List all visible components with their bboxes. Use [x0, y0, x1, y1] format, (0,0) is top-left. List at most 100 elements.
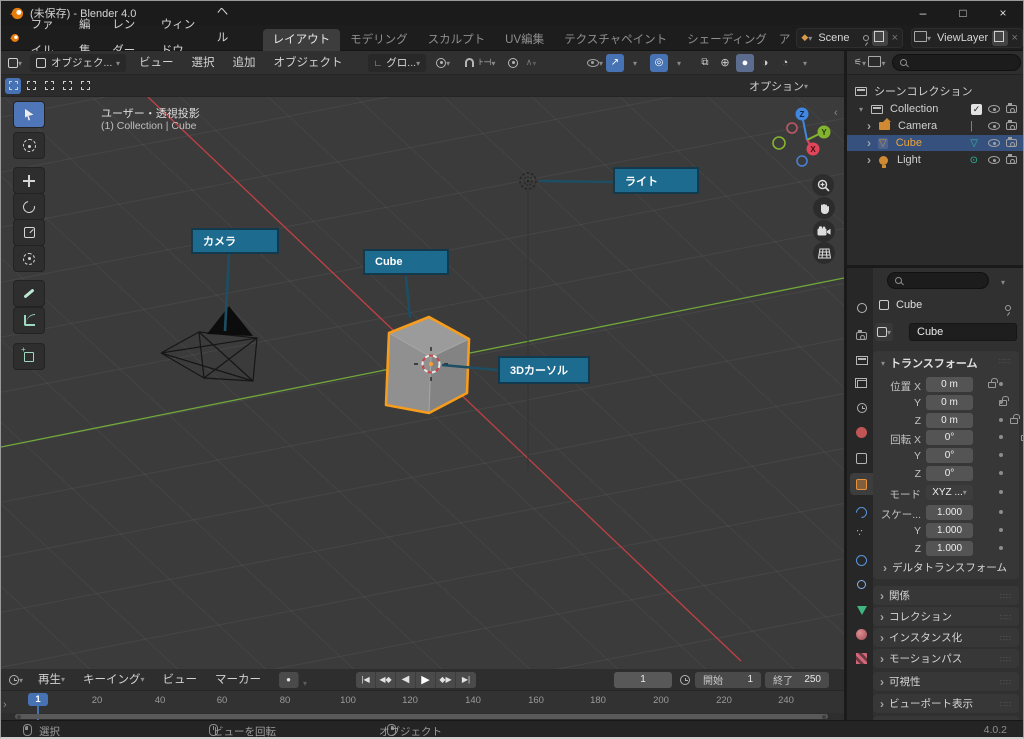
remove-viewlayer-icon[interactable]: × — [1012, 32, 1018, 44]
loc-z-field[interactable]: 0 m — [926, 413, 973, 428]
shading-material-button[interactable]: ◑ — [756, 54, 774, 72]
object-id-dropdown[interactable] — [875, 323, 893, 341]
select-mode-subtract-button[interactable] — [41, 78, 57, 94]
tab-constraints[interactable] — [850, 573, 873, 595]
hide-eye-icon[interactable] — [988, 122, 1000, 130]
jump-to-start-button[interactable]: |◀ — [356, 671, 376, 688]
next-keyframe-button[interactable]: ◆▶ — [436, 671, 456, 688]
tool-add-cube[interactable] — [13, 343, 45, 370]
outliner-display-mode-button[interactable] — [868, 54, 887, 72]
lock-icon[interactable] — [1010, 414, 1021, 424]
section-relations[interactable]: 関係 — [873, 586, 1019, 605]
viewlayer-name[interactable]: ViewLayer — [937, 32, 989, 44]
transform-orientation-dropdown[interactable]: ∟ グロ... — [367, 53, 427, 72]
tool-move[interactable] — [13, 167, 45, 194]
viewport-menu-view[interactable]: ビュー — [130, 51, 183, 75]
maximize-button[interactable]: □ — [943, 1, 983, 25]
collapse-sidebar-icon[interactable]: ‹ — [834, 107, 838, 119]
expand-panel-icon[interactable]: › — [3, 699, 7, 711]
tool-options-dropdown[interactable]: オプション — [749, 78, 808, 94]
tool-annotate[interactable] — [13, 280, 45, 307]
animate-dot-icon[interactable] — [999, 471, 1003, 475]
collection-checkbox[interactable] — [971, 103, 982, 115]
scene-selector[interactable]: ◆ Scene × — [796, 27, 904, 48]
scene-collection-label[interactable]: シーンコレクション — [874, 83, 972, 99]
tool-transform[interactable] — [13, 245, 45, 272]
workspace-tab-modeling[interactable]: モデリング — [340, 29, 418, 51]
workspace-tab-animation-clipped[interactable]: ア — [777, 29, 793, 51]
tab-particles[interactable] — [850, 525, 873, 547]
ortho-toggle-button[interactable] — [813, 242, 835, 264]
collection-row[interactable]: Collection — [847, 101, 1023, 117]
proportional-edit-toggle[interactable] — [504, 54, 522, 72]
section-motion-paths[interactable]: モーションパス — [873, 649, 1019, 668]
light-label[interactable]: Light — [897, 154, 921, 166]
gizmos-dropdown[interactable] — [626, 54, 644, 72]
animate-dot-icon[interactable] — [999, 528, 1003, 532]
select-mode-intersect-button[interactable] — [77, 78, 93, 94]
scale-x-field[interactable]: 1.000 — [926, 505, 973, 520]
scene-name[interactable]: Scene — [818, 32, 862, 44]
pivot-point-dropdown[interactable] — [434, 54, 452, 72]
shading-solid-button[interactable]: ● — [736, 53, 754, 72]
tab-material[interactable] — [850, 623, 873, 645]
outliner-filter-button[interactable]: ⚟ — [851, 54, 869, 72]
scale-y-field[interactable]: 1.000 — [926, 523, 973, 538]
outliner-search-input[interactable] — [892, 54, 1021, 71]
rot-y-field[interactable]: 0° — [926, 448, 973, 463]
scale-z-field[interactable]: 1.000 — [926, 541, 973, 556]
select-mode-extend-button[interactable] — [23, 78, 39, 94]
section-collections[interactable]: コレクション — [873, 607, 1019, 626]
timeline-menu-marker[interactable]: マーカー — [206, 669, 270, 691]
show-object-types-dropdown[interactable] — [586, 54, 604, 72]
lock-icon[interactable] — [988, 378, 999, 388]
tab-modifiers[interactable] — [850, 501, 873, 523]
properties-search-input[interactable] — [887, 272, 989, 289]
falloff-dropdown[interactable]: ∧ — [522, 54, 540, 72]
section-visibility[interactable]: 可視性 — [873, 672, 1019, 691]
expand-chevron-icon[interactable] — [867, 153, 871, 167]
use-preview-range-icon[interactable] — [680, 675, 690, 685]
minimize-button[interactable]: – — [903, 1, 943, 25]
workspace-tab-shading[interactable]: シェーディング — [677, 29, 777, 51]
render-visibility-icon[interactable] — [1006, 103, 1017, 113]
viewport-menu-add[interactable]: 追加 — [224, 51, 265, 75]
hide-eye-icon[interactable] — [988, 105, 1000, 113]
new-viewlayer-button[interactable] — [991, 29, 1008, 46]
timeline-menu-playback[interactable]: 再生 — [29, 668, 74, 691]
play-reverse-button[interactable]: ◀ — [396, 671, 416, 688]
tab-texture[interactable] — [850, 647, 873, 669]
shading-rendered-button[interactable]: ◔ — [776, 54, 794, 72]
gizmos-toggle[interactable]: ↗ — [606, 53, 624, 72]
viewlayer-selector[interactable]: ViewLayer × — [911, 27, 1023, 48]
object-name-input[interactable]: Cube — [909, 323, 1017, 341]
animate-dot-icon[interactable] — [999, 382, 1003, 386]
select-mode-invert-button[interactable] — [59, 78, 75, 94]
render-visibility-icon[interactable] — [1006, 154, 1017, 164]
play-button[interactable]: ▶ — [416, 671, 436, 688]
navigation-gizmo[interactable]: Z Y X — [766, 103, 840, 171]
select-mode-set-button[interactable] — [5, 77, 21, 94]
tab-physics[interactable] — [850, 549, 873, 571]
breadcrumb-object-name[interactable]: Cube — [896, 299, 922, 311]
camera-label[interactable]: Camera — [898, 120, 937, 132]
camera-row[interactable]: Camera | — [847, 118, 1023, 134]
animate-dot-icon[interactable] — [999, 546, 1003, 550]
workspace-tab-layout[interactable]: レイアウト — [262, 28, 341, 51]
panel-grip-icon[interactable] — [999, 355, 1011, 367]
unlink-scene-icon[interactable]: × — [892, 32, 898, 44]
loc-x-field[interactable]: 0 m — [926, 377, 973, 392]
xray-toggle[interactable]: ⧉ — [696, 54, 714, 72]
tab-object-active[interactable] — [850, 473, 873, 495]
animate-dot-icon[interactable] — [999, 490, 1003, 494]
tool-cursor[interactable] — [13, 132, 45, 159]
tab-world[interactable] — [850, 421, 873, 443]
shading-wireframe-button[interactable]: ⊕ — [716, 54, 734, 72]
frame-start-field[interactable]: 開始 1 — [695, 671, 761, 688]
timeline-editor-type-button[interactable] — [7, 671, 25, 689]
tab-scene[interactable] — [850, 397, 873, 419]
animate-dot-icon[interactable] — [999, 400, 1003, 404]
rotation-mode-dropdown[interactable]: XYZ ... — [926, 485, 973, 500]
current-frame-field[interactable]: 1 — [614, 671, 672, 688]
keying-set-dropdown[interactable] — [303, 677, 307, 689]
